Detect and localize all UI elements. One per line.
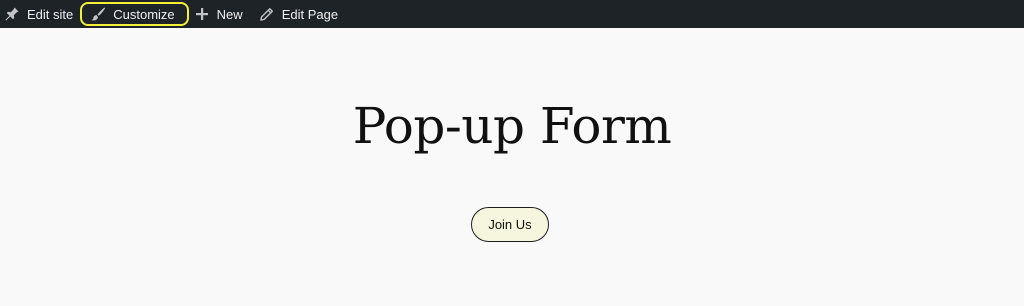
- new-label: New: [216, 6, 243, 22]
- paintbrush-icon: [89, 5, 107, 23]
- pencil-icon: [258, 5, 276, 23]
- customize-label: Customize: [113, 6, 175, 22]
- edit-site-link[interactable]: Edit site: [3, 0, 73, 28]
- edit-page-label: Edit Page: [281, 6, 339, 22]
- join-us-button[interactable]: Join Us: [471, 207, 549, 242]
- pin-icon: [3, 5, 21, 23]
- edit-site-label: Edit site: [27, 6, 74, 22]
- admin-bar: Edit site Customize New Edit Page: [0, 0, 1024, 28]
- plus-icon: [193, 5, 211, 23]
- customize-link[interactable]: Customize: [80, 2, 189, 26]
- page-title: Pop-up Form: [352, 97, 672, 155]
- edit-page-link[interactable]: Edit Page: [258, 0, 338, 28]
- page-content: Pop-up Form Join Us: [0, 28, 1024, 306]
- new-link[interactable]: New: [193, 0, 243, 28]
